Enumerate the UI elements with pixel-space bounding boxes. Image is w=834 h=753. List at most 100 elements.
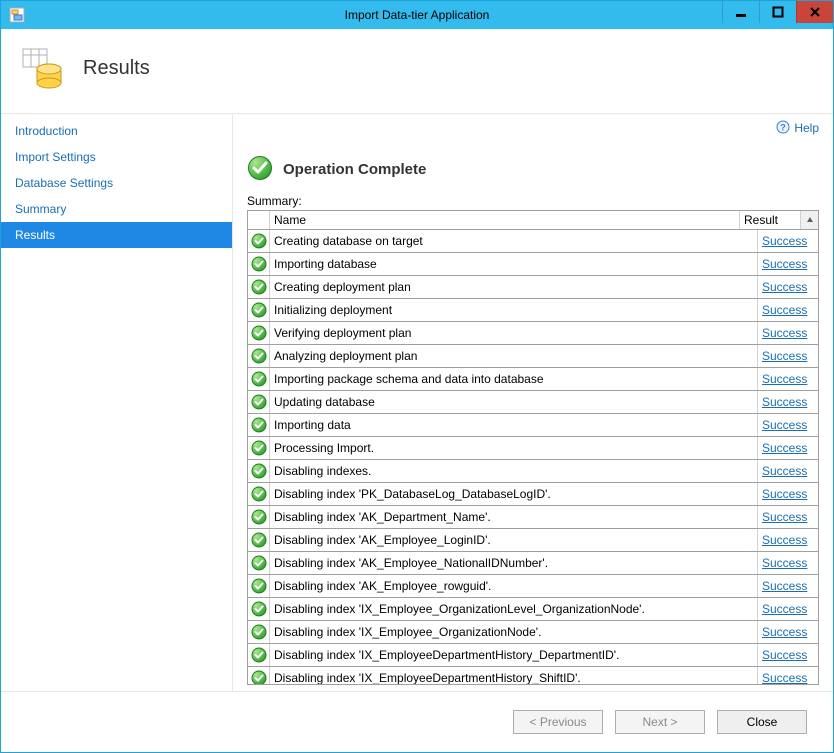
table-row[interactable]: Disabling index 'PK_DatabaseLog_Database… xyxy=(248,483,818,506)
table-row[interactable]: Disabling index 'IX_EmployeeDepartmentHi… xyxy=(248,667,818,684)
table-row[interactable]: Disabling index 'IX_Employee_Organizatio… xyxy=(248,598,818,621)
row-result-cell: Success xyxy=(758,322,818,344)
row-result-cell: Success xyxy=(758,460,818,482)
table-row[interactable]: Updating databaseSuccess xyxy=(248,391,818,414)
table-row[interactable]: Disabling index 'IX_Employee_Organizatio… xyxy=(248,621,818,644)
row-name-cell: Processing Import. xyxy=(270,437,758,459)
header-pane: Results xyxy=(1,29,833,113)
table-row[interactable]: Verifying deployment planSuccess xyxy=(248,322,818,345)
row-name-cell: Disabling indexes. xyxy=(270,460,758,482)
result-link[interactable]: Success xyxy=(762,556,807,570)
help-row: ? Help xyxy=(247,114,819,141)
result-link[interactable]: Success xyxy=(762,487,807,501)
row-status-icon xyxy=(248,253,270,275)
row-name-cell: Disabling index 'AK_Employee_rowguid'. xyxy=(270,575,758,597)
table-row[interactable]: Importing databaseSuccess xyxy=(248,253,818,276)
table-row[interactable]: Creating deployment planSuccess xyxy=(248,276,818,299)
table-row[interactable]: Analyzing deployment planSuccess xyxy=(248,345,818,368)
table-row[interactable]: Disabling index 'IX_EmployeeDepartmentHi… xyxy=(248,644,818,667)
sidebar-item-summary[interactable]: Summary xyxy=(1,196,232,222)
operation-status: Operation Complete xyxy=(247,141,819,190)
table-body[interactable]: Creating database on targetSuccessImport… xyxy=(248,230,818,684)
window-controls xyxy=(722,1,833,23)
table-row[interactable]: Disabling index 'AK_Employee_LoginID'.Su… xyxy=(248,529,818,552)
close-button[interactable] xyxy=(796,1,833,23)
result-link[interactable]: Success xyxy=(762,510,807,524)
table-row[interactable]: Disabling index 'AK_Employee_rowguid'. Su… xyxy=(248,575,818,598)
row-result-cell: Success xyxy=(758,644,818,666)
result-link[interactable]: Success xyxy=(762,280,807,294)
result-link[interactable]: Success xyxy=(762,602,807,616)
row-status-icon xyxy=(248,276,270,298)
row-result-cell: Success xyxy=(758,529,818,551)
next-button[interactable]: Next > xyxy=(615,710,705,734)
result-link[interactable]: Success xyxy=(762,579,807,593)
result-link[interactable]: Success xyxy=(762,395,807,409)
summary-label: Summary: xyxy=(247,190,819,210)
row-result-cell: Success xyxy=(758,667,818,684)
row-status-icon xyxy=(248,575,270,597)
row-status-icon xyxy=(248,483,270,505)
row-result-cell: Success xyxy=(758,506,818,528)
row-result-cell: Success xyxy=(758,552,818,574)
row-status-icon xyxy=(248,299,270,321)
maximize-button[interactable] xyxy=(759,1,796,23)
window-title: Import Data-tier Application xyxy=(1,8,833,22)
help-link[interactable]: ? Help xyxy=(776,120,819,137)
result-link[interactable]: Success xyxy=(762,418,807,432)
row-status-icon xyxy=(248,529,270,551)
results-table: Name Result Creating database on targetS… xyxy=(247,210,819,685)
row-result-cell: Success xyxy=(758,368,818,390)
result-link[interactable]: Success xyxy=(762,326,807,340)
col-header-status[interactable] xyxy=(248,211,270,229)
table-row[interactable]: Disabling index 'AK_Department_Name'. Suc… xyxy=(248,506,818,529)
row-status-icon xyxy=(248,391,270,413)
close-wizard-button[interactable]: Close xyxy=(717,710,807,734)
row-result-cell: Success xyxy=(758,276,818,298)
result-link[interactable]: Success xyxy=(762,257,807,271)
result-link[interactable]: Success xyxy=(762,303,807,317)
row-status-icon xyxy=(248,621,270,643)
table-row[interactable]: Initializing deploymentSuccess xyxy=(248,299,818,322)
result-link[interactable]: Success xyxy=(762,349,807,363)
col-header-result[interactable]: Result xyxy=(740,211,800,229)
result-link[interactable]: Success xyxy=(762,464,807,478)
result-link[interactable]: Success xyxy=(762,625,807,639)
table-row[interactable]: Creating database on targetSuccess xyxy=(248,230,818,253)
sidebar-item-database-settings[interactable]: Database Settings xyxy=(1,170,232,196)
row-name-cell: Importing package schema and data into d… xyxy=(270,368,758,390)
scroll-up-button[interactable] xyxy=(800,211,818,229)
row-result-cell: Success xyxy=(758,437,818,459)
row-status-icon xyxy=(248,506,270,528)
help-label: Help xyxy=(794,121,819,135)
row-name-cell: Disabling index 'AK_Department_Name'. xyxy=(270,506,758,528)
table-row[interactable]: Disabling index 'AK_Employee_NationalIDN… xyxy=(248,552,818,575)
wizard-page-icon xyxy=(21,47,65,91)
sidebar-item-import-settings[interactable]: Import Settings xyxy=(1,144,232,170)
table-header: Name Result xyxy=(248,211,818,230)
sidebar-item-introduction[interactable]: Introduction xyxy=(1,118,232,144)
result-link[interactable]: Success xyxy=(762,648,807,662)
sidebar-item-results[interactable]: Results xyxy=(1,222,232,248)
result-link[interactable]: Success xyxy=(762,671,807,684)
result-link[interactable]: Success xyxy=(762,372,807,386)
row-status-icon xyxy=(248,644,270,666)
result-link[interactable]: Success xyxy=(762,441,807,455)
table-row[interactable]: Importing dataSuccess xyxy=(248,414,818,437)
result-link[interactable]: Success xyxy=(762,533,807,547)
row-status-icon xyxy=(248,322,270,344)
row-status-icon xyxy=(248,368,270,390)
minimize-button[interactable] xyxy=(722,1,759,23)
row-status-icon xyxy=(248,414,270,436)
row-name-cell: Disabling index 'IX_Employee_Organizatio… xyxy=(270,598,758,620)
result-link[interactable]: Success xyxy=(762,234,807,248)
table-row[interactable]: Disabling indexes. Success xyxy=(248,460,818,483)
table-row[interactable]: Importing package schema and data into d… xyxy=(248,368,818,391)
row-status-icon xyxy=(248,667,270,684)
body: IntroductionImport SettingsDatabase Sett… xyxy=(1,113,833,692)
sidebar-item-label: Results xyxy=(15,228,55,242)
app-icon xyxy=(7,5,27,25)
col-header-name[interactable]: Name xyxy=(270,211,740,229)
table-row[interactable]: Processing Import. Success xyxy=(248,437,818,460)
previous-button[interactable]: < Previous xyxy=(513,710,603,734)
